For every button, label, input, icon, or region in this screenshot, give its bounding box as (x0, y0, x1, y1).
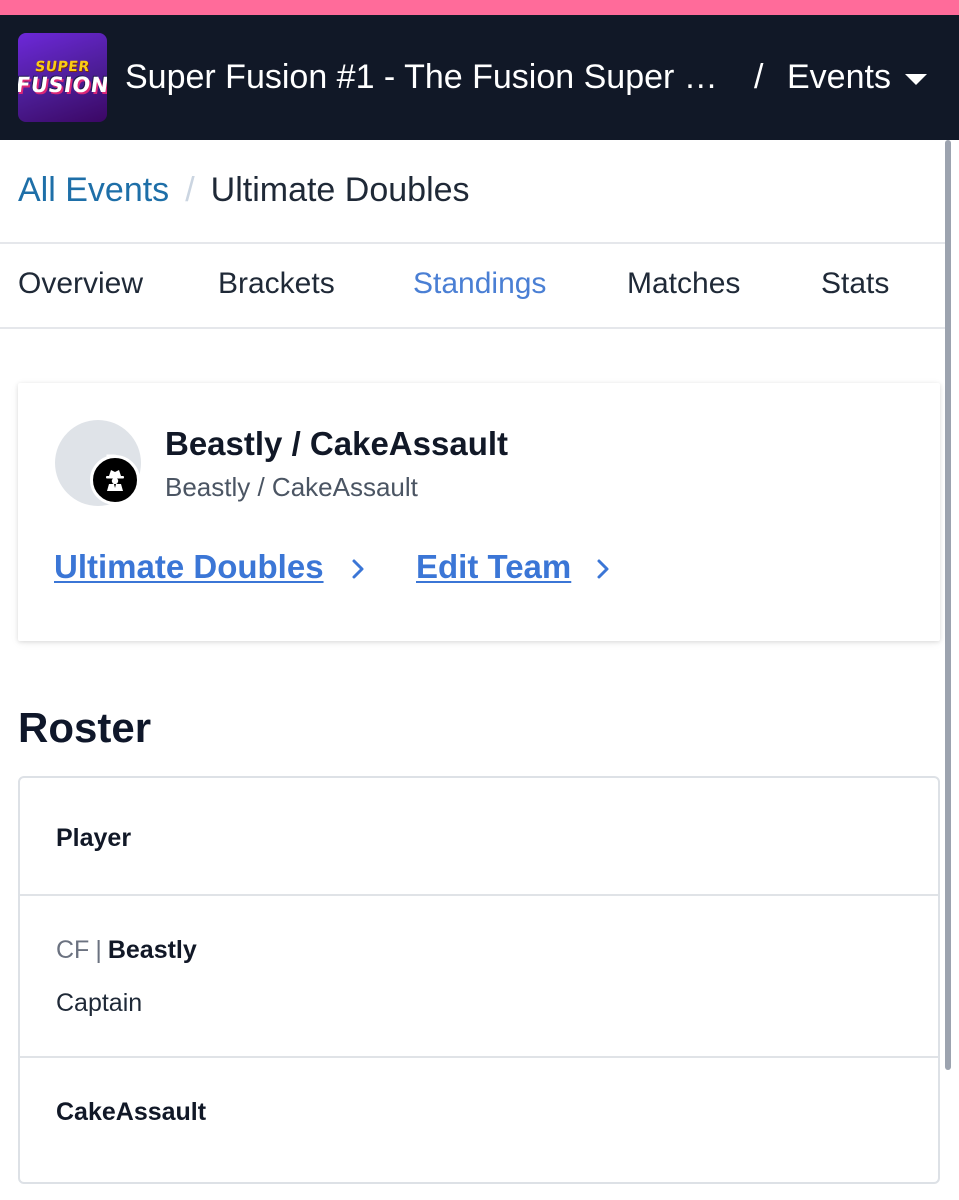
breadcrumb-divider (0, 242, 945, 244)
tournament-logo[interactable]: SUPER FUSION (18, 33, 107, 122)
player-role: Captain (56, 989, 143, 1017)
roster-heading: Roster (18, 704, 152, 751)
logo-line-2: FUSION (18, 72, 107, 97)
table-row[interactable]: CF | Beastly (56, 934, 197, 966)
tab-brackets[interactable]: Brackets (218, 262, 335, 306)
chevron-right-icon[interactable] (593, 558, 613, 580)
breadcrumb: All Events / Ultimate Doubles (18, 168, 470, 212)
player-name[interactable]: CakeAssault (56, 1096, 206, 1128)
row-divider (20, 1056, 938, 1058)
tabs-divider (0, 327, 945, 329)
event-link[interactable]: Ultimate Doubles (54, 546, 324, 588)
header-separator: / (754, 58, 764, 96)
team-card: B Beastly / CakeAssault Beastly / CakeAs… (18, 383, 940, 641)
incognito-icon (90, 455, 140, 505)
caret-down-icon (904, 73, 927, 85)
tab-standings[interactable]: Standings (413, 262, 546, 306)
events-dropdown-label: Events (787, 58, 891, 96)
team-subtitle: Beastly / CakeAssault (165, 472, 418, 502)
row-divider (20, 894, 938, 896)
top-header: SUPER FUSION Super Fusion #1 - The Fusio… (0, 15, 959, 140)
tab-overview[interactable]: Overview (18, 262, 143, 306)
player-name[interactable]: Beastly (108, 936, 197, 964)
column-header-player: Player (56, 824, 132, 852)
breadcrumb-separator: / (185, 171, 195, 209)
player-team-prefix: CF (56, 936, 90, 964)
page-scrollbar[interactable] (945, 140, 951, 1070)
event-tabs: Overview Brackets Standings Matches Stat… (0, 262, 945, 306)
chevron-right-icon[interactable] (348, 558, 368, 580)
top-accent-stripe (0, 0, 959, 15)
tab-stats[interactable]: Stats (821, 262, 889, 306)
roster-table: Player CF | Beastly Captain CakeAssault (18, 776, 940, 1184)
team-name: Beastly / CakeAssault (165, 425, 509, 462)
edit-team-link[interactable]: Edit Team (416, 546, 571, 588)
logo-line-1: SUPER (34, 58, 91, 75)
tournament-title[interactable]: Super Fusion #1 - The Fusion Super Smash… (125, 55, 735, 99)
events-dropdown[interactable]: Events (787, 55, 927, 99)
breadcrumb-all-events-link[interactable]: All Events (18, 171, 169, 209)
prefix-divider: | (95, 936, 102, 964)
breadcrumb-current: Ultimate Doubles (210, 171, 470, 209)
tab-matches[interactable]: Matches (627, 262, 740, 306)
